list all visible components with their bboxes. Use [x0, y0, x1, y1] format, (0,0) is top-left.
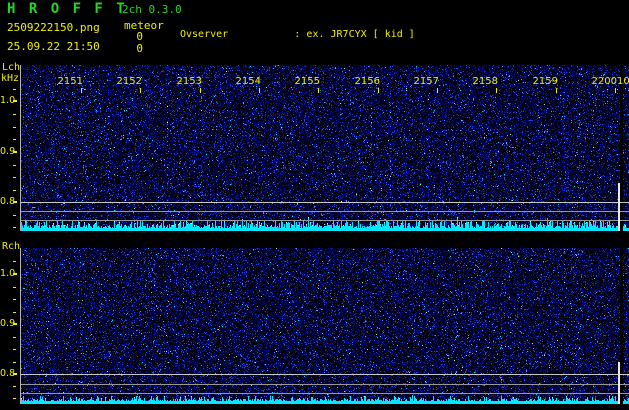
rch-spectrogram — [20, 248, 629, 404]
khz-unit-label: kHz — [1, 73, 20, 84]
time-tick — [556, 88, 557, 93]
freq-minor-tick — [13, 89, 16, 90]
time-tick — [437, 88, 438, 93]
freq-major-tick — [13, 201, 17, 203]
output-filename: 2509222150.png — [7, 21, 100, 34]
freq-minor-tick — [13, 299, 16, 300]
freq-minor-tick — [13, 177, 16, 178]
freq-minor-tick — [13, 312, 16, 313]
time-tick — [615, 88, 616, 93]
lch-spectrogram — [20, 65, 629, 231]
freq-minor-tick — [13, 261, 16, 262]
freq-minor-tick — [13, 190, 16, 191]
time-label: 2157 — [413, 76, 439, 87]
time-label: 2151 — [57, 76, 83, 87]
rch-label: Rch — [2, 241, 21, 252]
freq-minor-tick — [13, 227, 16, 228]
time-label: 2155 — [294, 76, 320, 87]
freq-minor-tick — [13, 114, 16, 115]
freq-minor-tick — [13, 386, 16, 387]
freq-major-tick — [13, 323, 17, 325]
freq-minor-tick — [13, 398, 16, 399]
time-label: 2152 — [116, 76, 142, 87]
time-tick — [496, 88, 497, 93]
app-title: H R O F F T — [7, 1, 128, 17]
freq-minor-tick — [13, 165, 16, 166]
freq-minor-tick — [13, 349, 16, 350]
freq-major-tick — [13, 151, 17, 153]
freq-minor-tick — [13, 287, 16, 288]
freq-minor-tick — [13, 362, 16, 363]
lch-label: Lch — [2, 62, 21, 73]
freq-major-tick — [13, 100, 17, 102]
freq-minor-tick — [13, 337, 16, 338]
time-label: 2153 — [176, 76, 202, 87]
hrofft-screen: H R O F F T 2ch 0.3.0 2509222150.png met… — [0, 0, 629, 410]
freq-minor-tick — [13, 139, 16, 140]
meteor-count-top: 0 — [136, 30, 143, 43]
app-version: 2ch 0.3.0 — [122, 3, 182, 16]
datetime-label: 25.09.22 21:50 — [7, 40, 100, 53]
time-label: 2158 — [472, 76, 498, 87]
freq-major-tick — [13, 273, 17, 275]
time-label: 2154 — [235, 76, 261, 87]
station-info-observer: Ovserver : ex. JR7CYX [ kid ] — [180, 29, 415, 41]
freq-minor-tick — [13, 127, 16, 128]
time-tick — [200, 88, 201, 93]
time-label: 2200 — [591, 76, 617, 87]
time-tick — [140, 88, 141, 93]
time-tick — [259, 88, 260, 93]
freq-minor-tick — [13, 215, 16, 216]
time-label: 2159 — [532, 76, 558, 87]
freq-major-tick — [13, 373, 17, 375]
mode-label: meteor — [124, 19, 164, 32]
time-edge-label: 10 — [617, 76, 629, 87]
time-label: 2156 — [354, 76, 380, 87]
time-tick — [318, 88, 319, 93]
meteor-count-bottom: 0 — [136, 42, 143, 55]
time-tick — [81, 88, 82, 93]
time-tick — [378, 88, 379, 93]
